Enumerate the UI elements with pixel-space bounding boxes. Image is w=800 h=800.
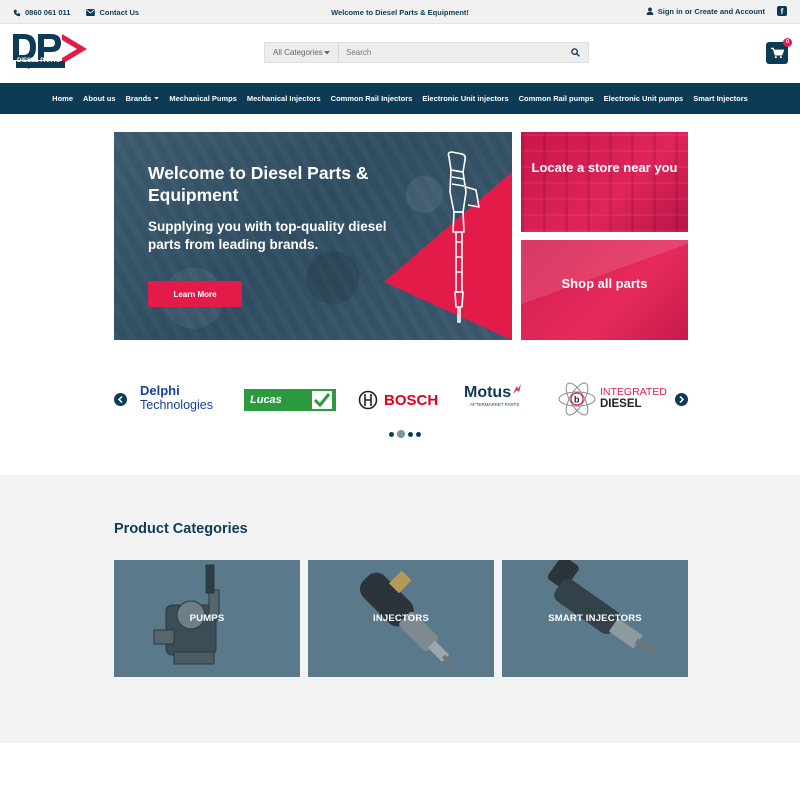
cart-icon [770,47,784,59]
locate-store-label: Locate a store near you [531,160,678,175]
chevron-right-icon [679,396,684,403]
nav-common-rail-injectors[interactable]: Common Rail Injectors [331,94,413,103]
phone-number: 0860 061 011 [25,8,71,17]
nav-mechanical-injectors[interactable]: Mechanical Injectors [247,94,321,103]
nav-brands-label: Brands [125,94,152,103]
categories-title: Product Categories [114,521,248,537]
brand-bosch[interactable]: BOSCH [358,389,444,411]
integrated-line-2: DIESEL [600,398,642,410]
brand-lucas[interactable]: Lucas [244,389,336,411]
brands-prev-button[interactable] [114,393,127,406]
hero-banner: Welcome to Diesel Parts & Equipment Supp… [114,132,512,340]
cart-count-badge: 0 [783,38,792,47]
bosch-label: BOSCH [384,391,439,409]
header: DIESEL PARTS & EQUIPMENT All Categories … [0,24,800,82]
brand-motus[interactable]: Motus AFTERMARKET PARTS [464,384,540,407]
category-select[interactable]: All Categories [265,43,339,62]
search-input[interactable]: Search [339,48,562,57]
motus-flame-icon [513,384,522,394]
account-link[interactable]: Sign in or Create and Account [646,7,765,16]
carousel-dot-4[interactable] [416,431,421,437]
envelope-icon [86,9,96,16]
brand-integrated-diesel[interactable]: b INTEGRATED DIESEL [557,379,671,419]
category-label-pumps: PUMPS [189,613,225,624]
locate-store-banner[interactable]: Locate a store near you [521,132,688,232]
carousel-dot-3[interactable] [408,431,413,437]
category-label-smart-injectors: SMART INJECTORS [548,613,642,624]
nav-electronic-unit-pumps[interactable]: Electronic Unit pumps [604,94,684,103]
nav-about[interactable]: About us [83,94,116,103]
top-bar: 0860 061 011 Contact Us Welcome to Diese… [0,0,800,24]
caret-down-icon [154,97,160,100]
cart-button[interactable]: 0 [766,38,792,64]
caret-down-icon [324,50,330,54]
phone-link[interactable]: 0860 061 011 [13,8,70,17]
nav-mechanical-pumps[interactable]: Mechanical Pumps [169,94,237,103]
learn-more-button[interactable]: Learn More [148,281,242,307]
carousel-dots [389,430,421,438]
delphi-line-1: Delphi [140,383,180,398]
atom-icon: b [558,382,596,416]
contact-link[interactable]: Contact Us [86,8,139,17]
brands-next-button[interactable] [675,393,688,406]
integrated-line-1: INTEGRATED [600,386,667,398]
delphi-line-2: Technologies [140,398,213,412]
category-card-injectors[interactable]: INJECTORS [308,560,494,677]
nav-common-rail-pumps[interactable]: Common Rail pumps [519,94,594,103]
logo-text: DIESEL PARTS & EQUIPMENT [17,58,60,70]
category-select-value: All Categories [273,48,323,57]
logo-line-2: & EQUIPMENT [19,64,51,69]
motus-label: Motus [464,384,512,401]
bosch-armature-icon [358,390,378,410]
phone-icon [13,9,21,16]
carousel-dot-1[interactable] [389,431,394,437]
warehouse-background [521,132,688,232]
brand-delphi[interactable]: Delphi Technologies [140,383,228,413]
search-button[interactable] [562,43,588,62]
shop-parts-label: Shop all parts [561,276,648,291]
lucas-label: Lucas [250,394,282,406]
svg-text:b: b [574,395,580,405]
hero-subtitle: Supplying you with top-quality diesel pa… [148,219,387,252]
main-nav: Home About us Brands Mechanical Pumps Me… [0,83,800,114]
hero-title: Welcome to Diesel Parts & Equipment [148,163,369,205]
shop-parts-banner[interactable]: Shop all parts [521,240,688,340]
search-icon [570,48,580,57]
category-card-smart-injectors[interactable]: SMART INJECTORS [502,560,688,677]
category-label-injectors: INJECTORS [373,613,429,624]
facebook-icon[interactable]: f [777,6,787,16]
chevron-left-icon [118,396,123,403]
category-card-pumps[interactable]: PUMPS [114,560,300,677]
motus-sublabel: AFTERMARKET PARTS [470,402,520,407]
nav-brands[interactable]: Brands [126,94,160,103]
user-icon [646,7,654,15]
contact-label: Contact Us [99,8,140,17]
search-bar: All Categories Search [264,42,589,63]
account-label: Sign in or Create and Account [657,6,765,16]
carousel-dot-2[interactable] [397,430,405,438]
lucas-mark-icon [312,391,332,409]
nav-home[interactable]: Home [52,94,73,103]
nav-smart-injectors[interactable]: Smart Injectors [693,94,748,103]
nav-electronic-unit-injectors[interactable]: Electronic Unit injectors [422,94,508,103]
